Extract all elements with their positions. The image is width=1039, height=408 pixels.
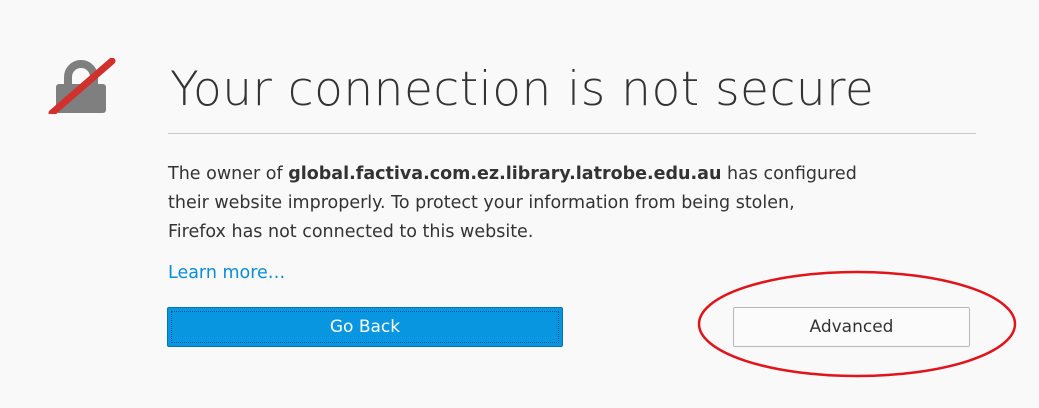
description-prefix: The owner of bbox=[168, 164, 289, 184]
description-suffix: has configured bbox=[721, 164, 857, 184]
broken-lock-icon bbox=[48, 58, 116, 114]
description-line-2: their website improperly. To protect you… bbox=[168, 193, 795, 213]
description-line-3: Firefox has not connected to this websit… bbox=[168, 222, 534, 242]
advanced-button[interactable]: Advanced bbox=[733, 307, 970, 347]
title-divider bbox=[168, 133, 976, 134]
page-title: Your connection is not secure bbox=[170, 62, 875, 117]
description-line-1: The owner of global.factiva.com.ez.libra… bbox=[168, 160, 968, 189]
go-back-button[interactable]: Go Back bbox=[167, 307, 563, 347]
error-description: The owner of global.factiva.com.ez.libra… bbox=[168, 160, 968, 247]
site-domain: global.factiva.com.ez.library.latrobe.ed… bbox=[288, 164, 722, 184]
learn-more-link[interactable]: Learn more… bbox=[168, 259, 285, 287]
